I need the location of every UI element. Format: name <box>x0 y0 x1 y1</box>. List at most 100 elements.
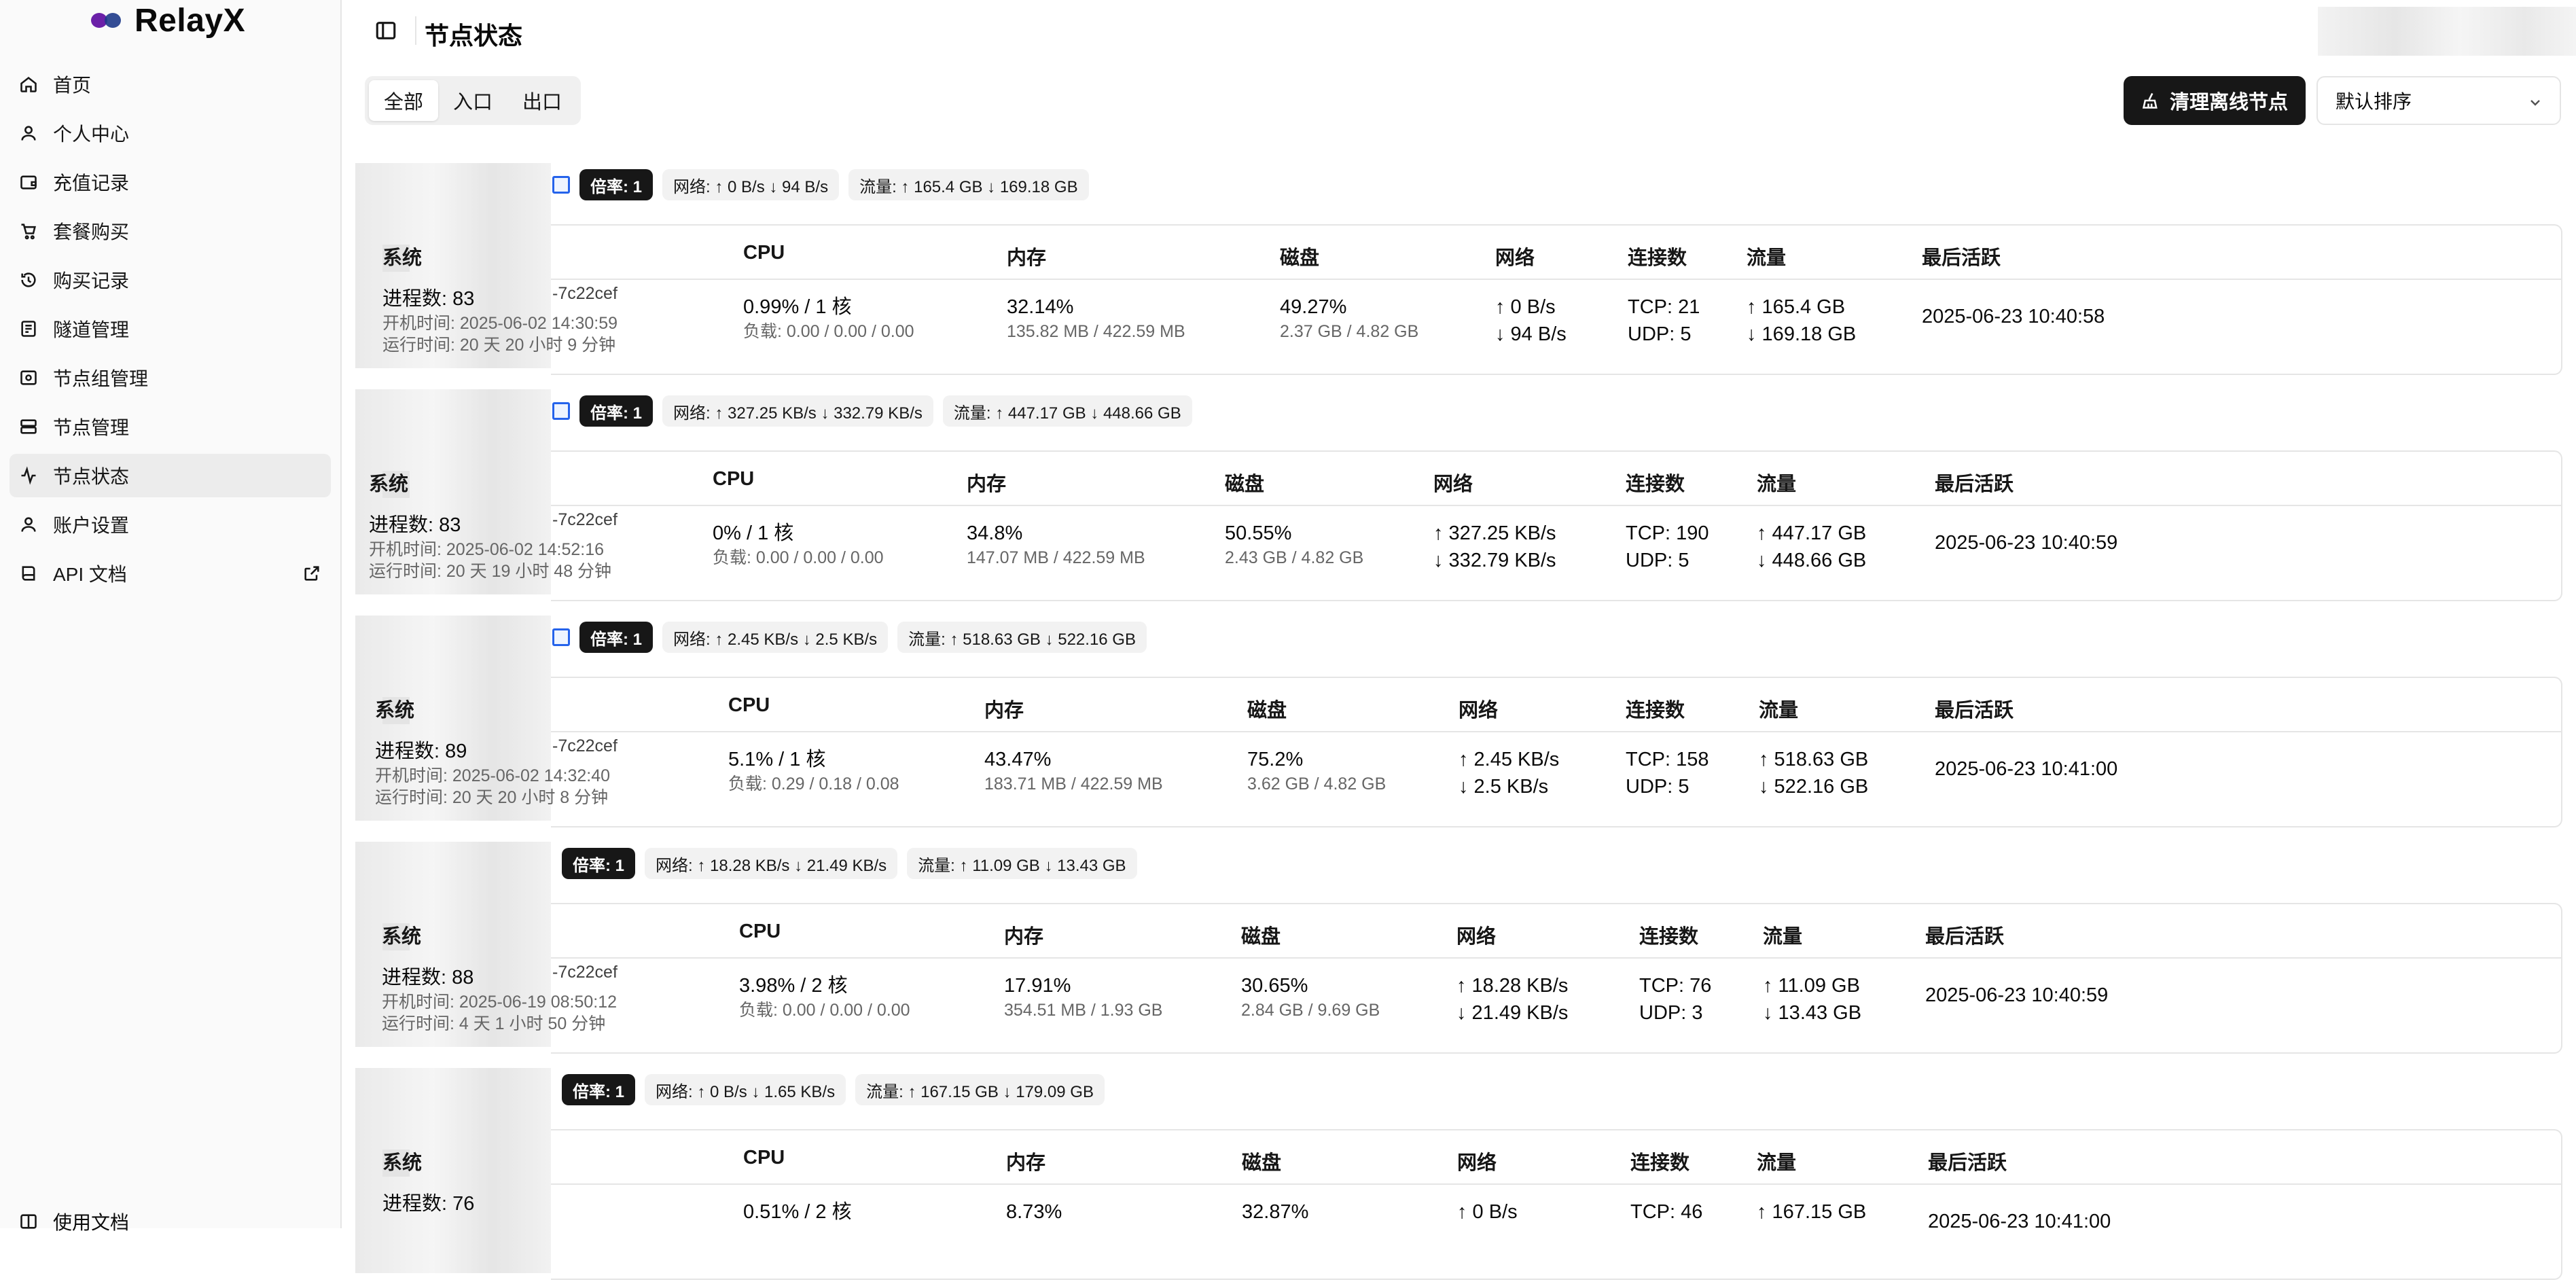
disk-cell: 49.27% 2.37 GB / 4.82 GB <box>1280 293 1418 342</box>
brand[interactable]: RelayX <box>91 0 245 41</box>
sidebar-item-label: 套餐购买 <box>53 221 130 243</box>
sidebar-item-recharge[interactable]: 充值记录 <box>10 160 331 204</box>
tunnel-icon <box>19 319 38 338</box>
column-header: CPU <box>739 921 781 942</box>
cell-line: 2025-06-23 10:40:58 <box>1922 306 2105 327</box>
cell-line: 147.07 MB / 422.59 MB <box>967 548 1145 567</box>
rate-badge: 倍率: 1 <box>562 1074 636 1105</box>
node-id-suffix: -7c22cef <box>552 736 618 755</box>
column-header: 系统 <box>382 247 423 269</box>
cell-line: ↓ 94 B/s <box>1495 323 1567 345</box>
cell-line: 3.98% / 2 核 <box>739 975 848 997</box>
cell-line: ↓ 332.79 KB/s <box>1433 550 1556 571</box>
cell-line: 运行时间: 20 天 20 小时 8 分钟 <box>375 788 609 807</box>
column-header: 流量 <box>1759 700 1799 721</box>
rate-badge: 倍率: 1 <box>579 395 654 427</box>
table-header-row: 系统 CPU 内存 磁盘 网络 连接数 流量 最后活跃 <box>382 226 2561 280</box>
cpu-cell: 0.99% / 1 核负载: 0.00 / 0.00 / 0.00 <box>743 293 914 342</box>
chevron-down-icon <box>2527 94 2543 110</box>
sidebar-item-label: 个人中心 <box>53 124 130 145</box>
node-select-checkbox[interactable] <box>552 176 570 194</box>
cell-line: 2025-06-23 10:41:00 <box>1935 758 2118 780</box>
last-active-cell: 2025-06-23 10:41:00 <box>1935 755 2117 783</box>
sidebar-item-label: 节点组管理 <box>53 368 149 389</box>
cell-line: ↑ 2.45 KB/s <box>1459 749 1560 770</box>
disk-cell: 50.55% 2.43 GB / 4.82 GB <box>1225 520 1363 569</box>
last-active-cell: 2025-06-23 10:41:00 <box>1928 1208 2111 1235</box>
last-active-cell: 2025-06-23 10:40:59 <box>1925 982 2108 1009</box>
sidebar-item-api-docs[interactable]: API 文档 <box>10 552 331 595</box>
sort-select[interactable]: 默认排序 <box>2316 76 2561 125</box>
sidebar-item-nodes[interactable]: 节点管理 <box>10 405 331 448</box>
column-header: 连接数 <box>1626 700 1685 721</box>
sort-select-value: 默认排序 <box>2336 91 2412 112</box>
node-type-tabs: 全部 入口 出口 <box>365 76 582 125</box>
cell-line: 2.84 GB / 9.69 GB <box>1241 1001 1380 1020</box>
traffic-badge: 流量: ↑ 167.15 GB ↓ 179.09 GB <box>855 1074 1105 1105</box>
tab-entry[interactable]: 入口 <box>438 80 507 121</box>
cell-line: 开机时间: 2025-06-02 14:32:40 <box>375 766 611 785</box>
sidebar-item-label: API 文档 <box>53 564 127 585</box>
cell-line: UDP: 3 <box>1639 1002 1703 1024</box>
table-header-row: 系统 CPU 内存 磁盘 网络 连接数 流量 最后活跃 <box>382 1130 2561 1185</box>
cell-line: UDP: 5 <box>1626 550 1689 571</box>
column-header: CPU <box>713 468 755 490</box>
column-header: 网络 <box>1495 247 1535 269</box>
cell-line: 2025-06-23 10:41:00 <box>1928 1211 2111 1232</box>
cell-line: TCP: 158 <box>1626 749 1709 770</box>
history-icon <box>19 270 38 289</box>
activity-icon <box>19 466 38 485</box>
column-header: 磁盘 <box>1225 474 1265 495</box>
sidebar-item-node-groups[interactable]: 节点组管理 <box>10 356 331 399</box>
system-cell: 进程数: 76 <box>382 1190 474 1217</box>
sidebar-item-orders[interactable]: 购买记录 <box>10 258 331 302</box>
user-menu-avatar[interactable] <box>2318 7 2576 56</box>
sidebar-toggle-button[interactable] <box>374 19 397 42</box>
sidebar-item-home[interactable]: 首页 <box>10 63 331 106</box>
relayx-logo-icon <box>91 10 122 31</box>
cell-line: UDP: 5 <box>1628 323 1692 345</box>
column-header: 内存 <box>1007 247 1047 269</box>
rate-badge: 倍率: 1 <box>562 848 636 879</box>
cart-icon <box>19 221 38 240</box>
cell-line: 2.37 GB / 4.82 GB <box>1280 322 1419 341</box>
sidebar-item-node-status[interactable]: 节点状态 <box>10 454 331 497</box>
cell-line: 2025-06-23 10:40:59 <box>1935 532 2118 554</box>
connections-cell: TCP: 190 UDP: 5 <box>1626 520 1709 574</box>
cell-line: ↓ 13.43 GB <box>1763 1002 1862 1024</box>
disk-cell: 75.2% 3.62 GB / 4.82 GB <box>1247 746 1386 795</box>
node-tags: 倍率: 1 网络: ↑ 2.45 KB/s ↓ 2.5 KB/s 流量: ↑ 518… <box>552 621 1147 654</box>
cell-line: 0.99% / 1 核 <box>743 296 852 318</box>
network-badge: 网络: ↑ 327.25 KB/s ↓ 332.79 KB/s <box>662 395 933 427</box>
node-select-checkbox[interactable] <box>552 402 570 420</box>
column-header: 磁盘 <box>1280 247 1320 269</box>
column-header: 系统 <box>382 1152 423 1174</box>
tab-all[interactable]: 全部 <box>369 80 439 121</box>
cell-line: ↑ 165.4 GB <box>1747 296 1846 318</box>
column-header: 流量 <box>1757 474 1797 495</box>
cell-line: 30.65% <box>1241 975 1308 997</box>
node-select-checkbox[interactable] <box>552 628 570 646</box>
cell-line: 负载: 0.00 / 0.00 / 0.00 <box>713 548 884 567</box>
cpu-cell: 5.1% / 1 核负载: 0.29 / 0.18 / 0.08 <box>728 746 899 795</box>
cell-line: ↓ 169.18 GB <box>1747 323 1857 345</box>
node-metrics-table: 系统 CPU 内存 磁盘 网络 连接数 流量 最后活跃 进程数: 83 开机时间: 2025-06… <box>369 450 2562 601</box>
sidebar-item-tunnels[interactable]: 隧道管理 <box>10 307 331 351</box>
tab-exit[interactable]: 出口 <box>507 80 577 121</box>
cell-line: 进程数: 76 <box>382 1193 475 1215</box>
cell-line: 50.55% <box>1225 522 1292 544</box>
sidebar-item-profile[interactable]: 个人中心 <box>10 111 331 155</box>
column-header: 系统 <box>375 700 415 721</box>
column-header: 内存 <box>1006 1152 1046 1174</box>
cell-line: 开机时间: 2025-06-02 14:52:16 <box>369 540 605 559</box>
column-header: 连接数 <box>1639 926 1699 948</box>
network-badge: 网络: ↑ 0 B/s ↓ 94 B/s <box>662 169 840 200</box>
column-header: 最后活跃 <box>1935 700 2014 721</box>
sidebar-item-account-settings[interactable]: 账户设置 <box>10 503 331 546</box>
cell-line: ↑ 167.15 GB <box>1757 1201 1867 1223</box>
sidebar-item-plans[interactable]: 套餐购买 <box>10 209 331 253</box>
column-header: 网络 <box>1459 700 1499 721</box>
clean-offline-nodes-button[interactable]: 清理离线节点 <box>2124 76 2306 125</box>
sidebar-item-docs[interactable]: 使用文档 <box>19 1208 129 1235</box>
column-header: 网络 <box>1457 1152 1497 1174</box>
